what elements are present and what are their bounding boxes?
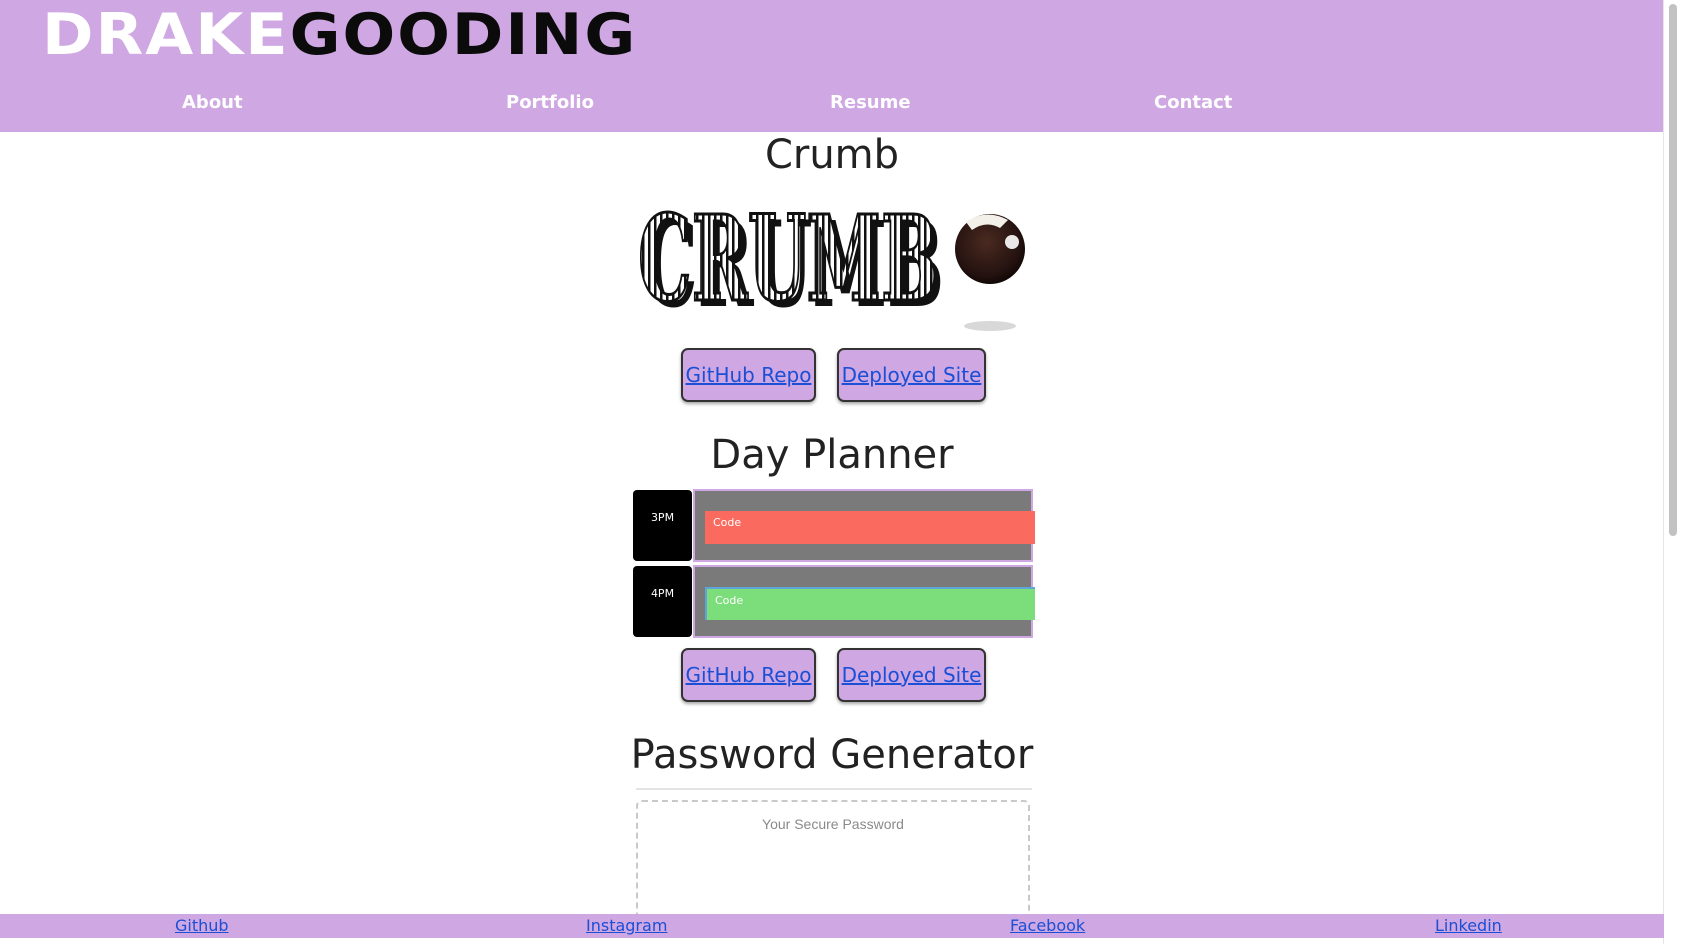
- hour-label: 4PM: [633, 566, 692, 637]
- logo-first-name: DRAKE: [42, 0, 290, 68]
- crumb-deployed-site-link[interactable]: Deployed Site: [842, 363, 982, 387]
- project-title-crumb: Crumb: [764, 132, 900, 178]
- scrollbar-thumb[interactable]: [1669, 4, 1677, 536]
- site-header: DRAKEGOODING About Portfolio Resume Cont…: [0, 0, 1664, 132]
- section-divider: [636, 788, 1032, 790]
- crumb-github-repo-button[interactable]: GitHub Repo: [681, 348, 816, 402]
- day-planner-screenshot: 3PM Code 4PM Code: [633, 489, 1035, 639]
- footer-link-facebook[interactable]: Facebook: [1010, 916, 1085, 935]
- project-title-day-planner: Day Planner: [710, 432, 954, 478]
- crumb-github-repo-link[interactable]: GitHub Repo: [686, 363, 812, 387]
- password-output-box: Your Secure Password: [636, 800, 1030, 920]
- nav-resume[interactable]: Resume: [830, 92, 911, 113]
- planner-github-repo-link[interactable]: GitHub Repo: [686, 663, 812, 687]
- footer-link-instagram[interactable]: Instagram: [586, 916, 667, 935]
- logo-last-name: GOODING: [289, 0, 638, 68]
- crumb-logo-image: CRUMB CRUMB: [637, 194, 1025, 334]
- task-entry-past: Code: [705, 511, 1035, 544]
- password-placeholder: Your Secure Password: [762, 816, 904, 832]
- task-entry-future: Code: [705, 587, 1035, 620]
- site-logo[interactable]: DRAKEGOODING: [42, 6, 637, 63]
- nav-contact[interactable]: Contact: [1154, 92, 1232, 113]
- page-scrollbar[interactable]: [1663, 0, 1682, 944]
- hour-label: 3PM: [633, 490, 692, 561]
- nav-about[interactable]: About: [182, 92, 243, 113]
- planner-deployed-site-button[interactable]: Deployed Site: [837, 648, 986, 702]
- crumb-deployed-site-button[interactable]: Deployed Site: [837, 348, 986, 402]
- site-footer: Github Instagram Facebook Linkedin: [0, 914, 1664, 938]
- crumb-logo-text: CRUMB: [638, 194, 938, 328]
- footer-link-github[interactable]: Github: [175, 916, 229, 935]
- time-block-row: Code: [693, 565, 1035, 638]
- planner-github-repo-button[interactable]: GitHub Repo: [681, 648, 816, 702]
- planner-deployed-site-link[interactable]: Deployed Site: [842, 663, 982, 687]
- project-title-password-generator: Password Generator: [630, 732, 1034, 778]
- nav-portfolio[interactable]: Portfolio: [506, 92, 594, 113]
- footer-link-linkedin[interactable]: Linkedin: [1435, 916, 1502, 935]
- time-block-row: Code: [693, 489, 1035, 562]
